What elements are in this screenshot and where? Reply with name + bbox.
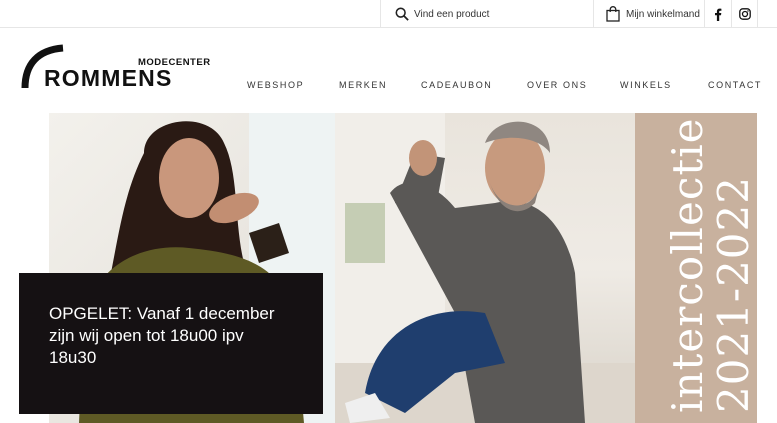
cart-label: Mijn winkelmand (626, 8, 700, 20)
notice-text: OPGELET: Vanaf 1 december zijn wij open … (49, 304, 275, 367)
collection-vertical-text: intercollectie 2021-2022 (663, 117, 757, 413)
top-utility-bar: Vind een product Mijn winkelmand (0, 0, 777, 28)
search-icon (395, 7, 409, 21)
nav-item-contact[interactable]: CONTACT (708, 80, 762, 90)
opening-hours-notice: OPGELET: Vanaf 1 december zijn wij open … (19, 273, 323, 414)
instagram-icon (738, 8, 751, 20)
main-navigation: WEBSHOP MERKEN CADEAUBON OVER ONS WINKEL… (0, 80, 777, 92)
collection-title: intercollectie (663, 117, 712, 413)
search-placeholder: Vind een product (414, 8, 490, 20)
nav-item-merken[interactable]: MERKEN (339, 80, 387, 90)
shopping-bag-icon (606, 6, 620, 22)
nav-item-cadeaubon[interactable]: CADEAUBON (421, 80, 492, 90)
search-input[interactable]: Vind een product (380, 0, 593, 28)
facebook-link[interactable] (704, 0, 731, 28)
nav-item-winkels[interactable]: WINKELS (620, 80, 672, 90)
facebook-icon (715, 8, 722, 21)
nav-item-over-ons[interactable]: OVER ONS (527, 80, 587, 90)
collection-title-panel: intercollectie 2021-2022 (635, 113, 757, 423)
collection-years: 2021-2022 (709, 176, 757, 413)
cart-button[interactable]: Mijn winkelmand (593, 0, 704, 28)
nav-item-webshop[interactable]: WEBSHOP (247, 80, 304, 90)
instagram-link[interactable] (731, 0, 758, 28)
man-illustration (335, 113, 635, 423)
hero-photo-man (335, 113, 635, 423)
